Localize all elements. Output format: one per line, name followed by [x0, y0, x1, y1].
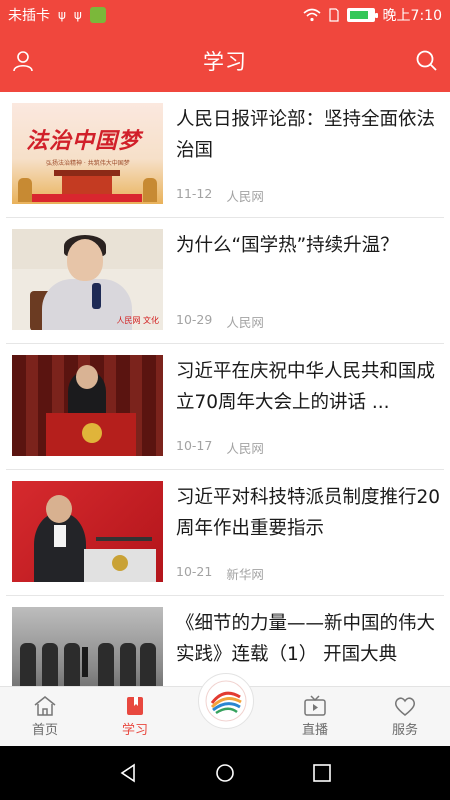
news-item[interactable]: 习近平对科技特派员制度推行20周年作出重要指示 10-21 新华网	[0, 470, 450, 596]
news-date: 10-29	[176, 312, 213, 327]
app-logo-icon	[202, 677, 250, 725]
news-meta: 10-17 人民网	[176, 438, 264, 457]
news-thumbnail[interactable]: 法治中国梦 弘扬法治精神 · 共筑伟大中国梦	[12, 103, 163, 204]
figure	[98, 643, 114, 686]
battery-fill	[349, 11, 368, 19]
speaker-head	[46, 495, 72, 523]
system-nav-bar	[0, 746, 450, 800]
search-icon	[416, 50, 437, 71]
figure	[120, 643, 136, 686]
nav-label: 直播	[301, 723, 328, 738]
book-icon	[127, 697, 143, 715]
news-item[interactable]: 人民网 文化 为什么“国学热”持续升温？ 10-29 人民网	[0, 218, 450, 344]
page-title: 学习	[203, 50, 247, 74]
heart-icon	[394, 697, 416, 716]
speaker-body	[34, 513, 86, 582]
news-thumbnail[interactable]	[12, 607, 163, 686]
nav-item-live[interactable]: 直播	[270, 687, 360, 746]
thumbnail-logo: 人民网 文化	[116, 316, 159, 325]
home-icon	[34, 696, 56, 716]
microphone-icon	[82, 647, 88, 677]
news-title[interactable]: 《细节的力量——新中国的伟大实践》连载（1） 开国大典	[176, 608, 442, 670]
usb-icon: ψ	[73, 8, 82, 22]
nav-label: 首页	[31, 723, 58, 738]
nav-item-study[interactable]: 学习	[90, 687, 180, 746]
app-header: 学习	[0, 30, 450, 92]
wifi-icon	[303, 8, 321, 22]
battery-icon	[346, 8, 378, 22]
news-meta: 11-12 人民网	[176, 186, 264, 205]
tv-icon	[304, 695, 326, 716]
back-icon[interactable]	[117, 762, 139, 784]
news-meta: 10-21 新华网	[176, 564, 264, 583]
nav-label: 学习	[121, 723, 148, 738]
center-app-button[interactable]	[198, 673, 254, 729]
speaker-head	[76, 365, 98, 389]
status-left: 未插卡 ψ ψ	[8, 5, 106, 25]
news-thumbnail[interactable]: 人民网 文化	[12, 229, 163, 330]
figure	[20, 643, 36, 686]
news-title[interactable]: 习近平对科技特派员制度推行20周年作出重要指示	[176, 482, 442, 544]
speaker-head	[67, 239, 103, 281]
thumbnail-headline: 法治中国梦	[26, 128, 142, 154]
figure	[64, 643, 80, 686]
figure	[42, 643, 58, 686]
news-thumbnail[interactable]	[12, 481, 163, 582]
news-item[interactable]: 习近平在庆祝中华人民共和国成立70周年大会上的讲话 ... 10-17 人民网	[0, 344, 450, 470]
app-notification-icon	[89, 7, 106, 23]
speaker-shirt	[54, 525, 66, 547]
status-time: 晚上7:10	[382, 8, 442, 24]
red-banner	[32, 194, 142, 202]
search-button[interactable]	[412, 46, 442, 76]
news-date: 11-12	[176, 186, 213, 201]
news-thumbnail[interactable]	[12, 355, 163, 456]
sim-icon	[328, 8, 339, 22]
news-source: 人民网	[226, 315, 264, 330]
status-right: 晚上7:10	[303, 5, 442, 25]
logo-swirl	[205, 680, 247, 722]
tiananmen-gate	[54, 170, 120, 194]
user-icon	[13, 51, 33, 72]
carrier-text: 未插卡	[8, 8, 50, 24]
status-bar: 未插卡 ψ ψ 晚上7:10	[0, 0, 450, 30]
national-emblem-icon	[112, 555, 128, 571]
microphone-icon	[96, 537, 152, 541]
nav-label: 服务	[391, 723, 418, 738]
news-meta: 10-29 人民网	[176, 312, 264, 331]
lion-statue	[143, 178, 157, 202]
news-source: 人民网	[226, 441, 264, 456]
news-title[interactable]: 习近平在庆祝中华人民共和国成立70周年大会上的讲话 ...	[176, 356, 442, 418]
news-title[interactable]: 为什么“国学热”持续升温？	[176, 230, 442, 292]
news-feed[interactable]: 法治中国梦 弘扬法治精神 · 共筑伟大中国梦 人民日报评论部：坚持全面依法治国 …	[0, 92, 450, 686]
bottom-nav: 首页 学习 直播 服务	[0, 673, 450, 746]
recent-apps-icon[interactable]	[311, 762, 333, 784]
news-item[interactable]: 法治中国梦 弘扬法治精神 · 共筑伟大中国梦 人民日报评论部：坚持全面依法治国 …	[0, 92, 450, 218]
nav-item-home[interactable]: 首页	[0, 687, 90, 746]
nav-item-service[interactable]: 服务	[360, 687, 450, 746]
news-source: 人民网	[226, 189, 264, 204]
microphone-icon	[92, 283, 101, 309]
profile-button[interactable]	[8, 46, 38, 76]
news-title[interactable]: 人民日报评论部：坚持全面依法治国	[176, 104, 442, 166]
home-circle-icon[interactable]	[214, 762, 236, 784]
news-date: 10-21	[176, 564, 213, 579]
news-date: 10-17	[176, 438, 213, 453]
news-source: 新华网	[226, 567, 264, 582]
lion-statue	[18, 178, 32, 202]
usb-icon: ψ	[58, 8, 66, 22]
thumbnail-subtitle: 弘扬法治精神 · 共筑伟大中国梦	[46, 160, 130, 167]
national-emblem-icon	[82, 423, 102, 443]
figure	[140, 643, 156, 686]
